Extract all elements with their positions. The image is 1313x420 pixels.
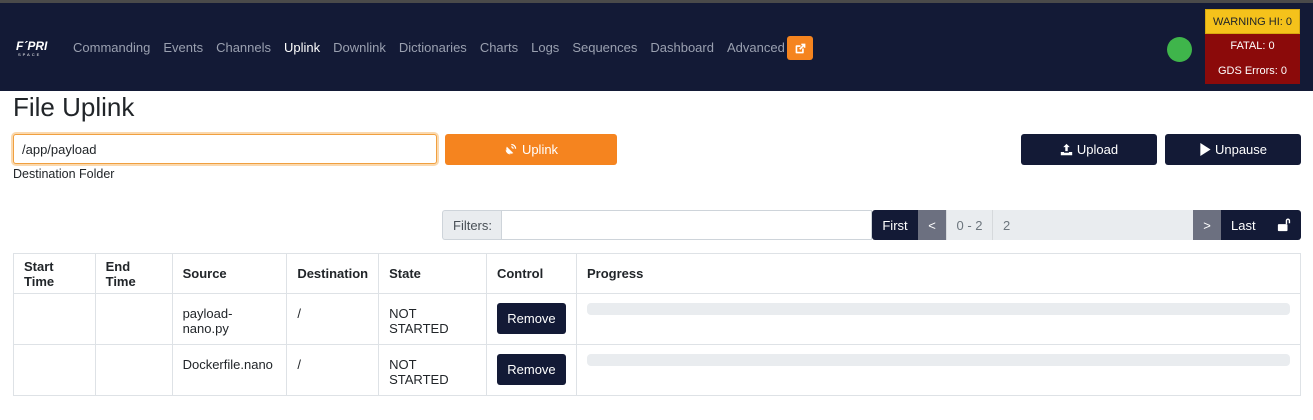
column-destination[interactable]: Destination — [286, 253, 380, 294]
logo-subtext: SPACE — [18, 52, 42, 57]
source-cell: Dockerfile.nano — [171, 344, 288, 396]
control-cell: Remove — [485, 293, 578, 345]
nav-logs[interactable]: Logs — [531, 40, 559, 56]
logo-text: F´PRI — [16, 39, 48, 53]
upload-button-label: Upload — [1076, 142, 1119, 157]
alert-badges: WARNING HI: 0 FATAL: 0 GDS Errors: 0 — [1205, 9, 1300, 84]
nav-links: Commanding Events Channels Uplink Downli… — [73, 40, 785, 56]
fprime-logo[interactable]: F´PRI SPACE — [16, 40, 54, 58]
nav-uplink[interactable]: Uplink — [284, 40, 320, 56]
fatal-badge[interactable]: FATAL: 0 — [1205, 34, 1300, 59]
uplink-button[interactable]: Uplink — [445, 134, 617, 165]
filters-label: Filters: — [442, 210, 502, 240]
remove-button[interactable]: Remove — [496, 303, 566, 334]
state-cell: NOT STARTED — [378, 344, 487, 396]
column-state[interactable]: State — [378, 253, 487, 294]
progress-cell — [576, 293, 1301, 345]
progress-bar — [587, 303, 1290, 315]
start-time-cell — [13, 293, 96, 345]
upload-button[interactable]: Upload — [1021, 134, 1157, 165]
start-time-cell — [13, 344, 96, 396]
upload-icon — [1060, 143, 1073, 156]
uplink-table: Start Time End Time Source Destination S… — [13, 253, 1301, 396]
navbar: F´PRI SPACE Commanding Events Channels U… — [0, 3, 1313, 91]
destination-folder-label: Destination Folder — [13, 167, 115, 181]
table-row: Dockerfile.nano / NOT STARTED Remove — [13, 344, 1301, 396]
column-start-time[interactable]: Start Time — [13, 253, 96, 294]
nav-commanding[interactable]: Commanding — [73, 40, 150, 56]
external-link-icon — [795, 43, 805, 53]
progress-cell — [576, 344, 1301, 396]
warning-hi-badge[interactable]: WARNING HI: 0 — [1205, 9, 1300, 34]
pagination-next-button[interactable]: > — [1193, 210, 1221, 240]
filters-input[interactable] — [501, 210, 872, 240]
column-progress[interactable]: Progress — [576, 253, 1301, 294]
control-cell: Remove — [485, 344, 578, 396]
connection-status-indicator — [1167, 37, 1192, 62]
state-cell: NOT STARTED — [378, 293, 487, 345]
nav-advanced[interactable]: Advanced — [727, 40, 785, 56]
pagination-first-button[interactable]: First — [872, 210, 918, 240]
column-source[interactable]: Source — [171, 253, 288, 294]
pagination-last-button[interactable]: Last — [1221, 210, 1301, 240]
nav-events[interactable]: Events — [163, 40, 203, 56]
nav-sequences[interactable]: Sequences — [572, 40, 637, 56]
end-time-cell — [94, 293, 173, 345]
pagination-range: 0 - 2 — [946, 210, 992, 240]
unlock-icon[interactable] — [1277, 218, 1291, 232]
pagination-prev-button[interactable]: < — [918, 210, 946, 240]
end-time-cell — [94, 344, 173, 396]
remove-button[interactable]: Remove — [496, 354, 566, 385]
destination-cell: / — [286, 344, 380, 396]
source-cell: payload-nano.py — [171, 293, 288, 345]
play-icon — [1200, 143, 1211, 156]
page-title: File Uplink — [13, 92, 135, 122]
unpause-button[interactable]: Unpause — [1165, 134, 1301, 165]
nav-dictionaries[interactable]: Dictionaries — [399, 40, 467, 56]
table-row: payload-nano.py / NOT STARTED Remove — [13, 293, 1301, 345]
column-control[interactable]: Control — [485, 253, 578, 294]
table-header-row: Start Time End Time Source Destination S… — [13, 253, 1301, 294]
destination-cell: / — [286, 293, 380, 345]
uplink-button-label: Uplink — [521, 142, 559, 157]
external-link-button[interactable] — [787, 36, 813, 60]
progress-bar — [587, 354, 1290, 366]
unpause-button-label: Unpause — [1214, 142, 1268, 157]
pagination-page-count: 2 — [992, 210, 1193, 240]
gds-errors-badge[interactable]: GDS Errors: 0 — [1205, 59, 1300, 84]
nav-downlink[interactable]: Downlink — [333, 40, 386, 56]
nav-channels[interactable]: Channels — [216, 40, 271, 56]
column-end-time[interactable]: End Time — [94, 253, 173, 294]
destination-folder-input[interactable] — [13, 134, 437, 164]
nav-dashboard[interactable]: Dashboard — [650, 40, 714, 56]
nav-charts[interactable]: Charts — [480, 40, 518, 56]
satellite-dish-icon — [505, 143, 517, 155]
pagination-last-label: Last — [1231, 217, 1256, 233]
